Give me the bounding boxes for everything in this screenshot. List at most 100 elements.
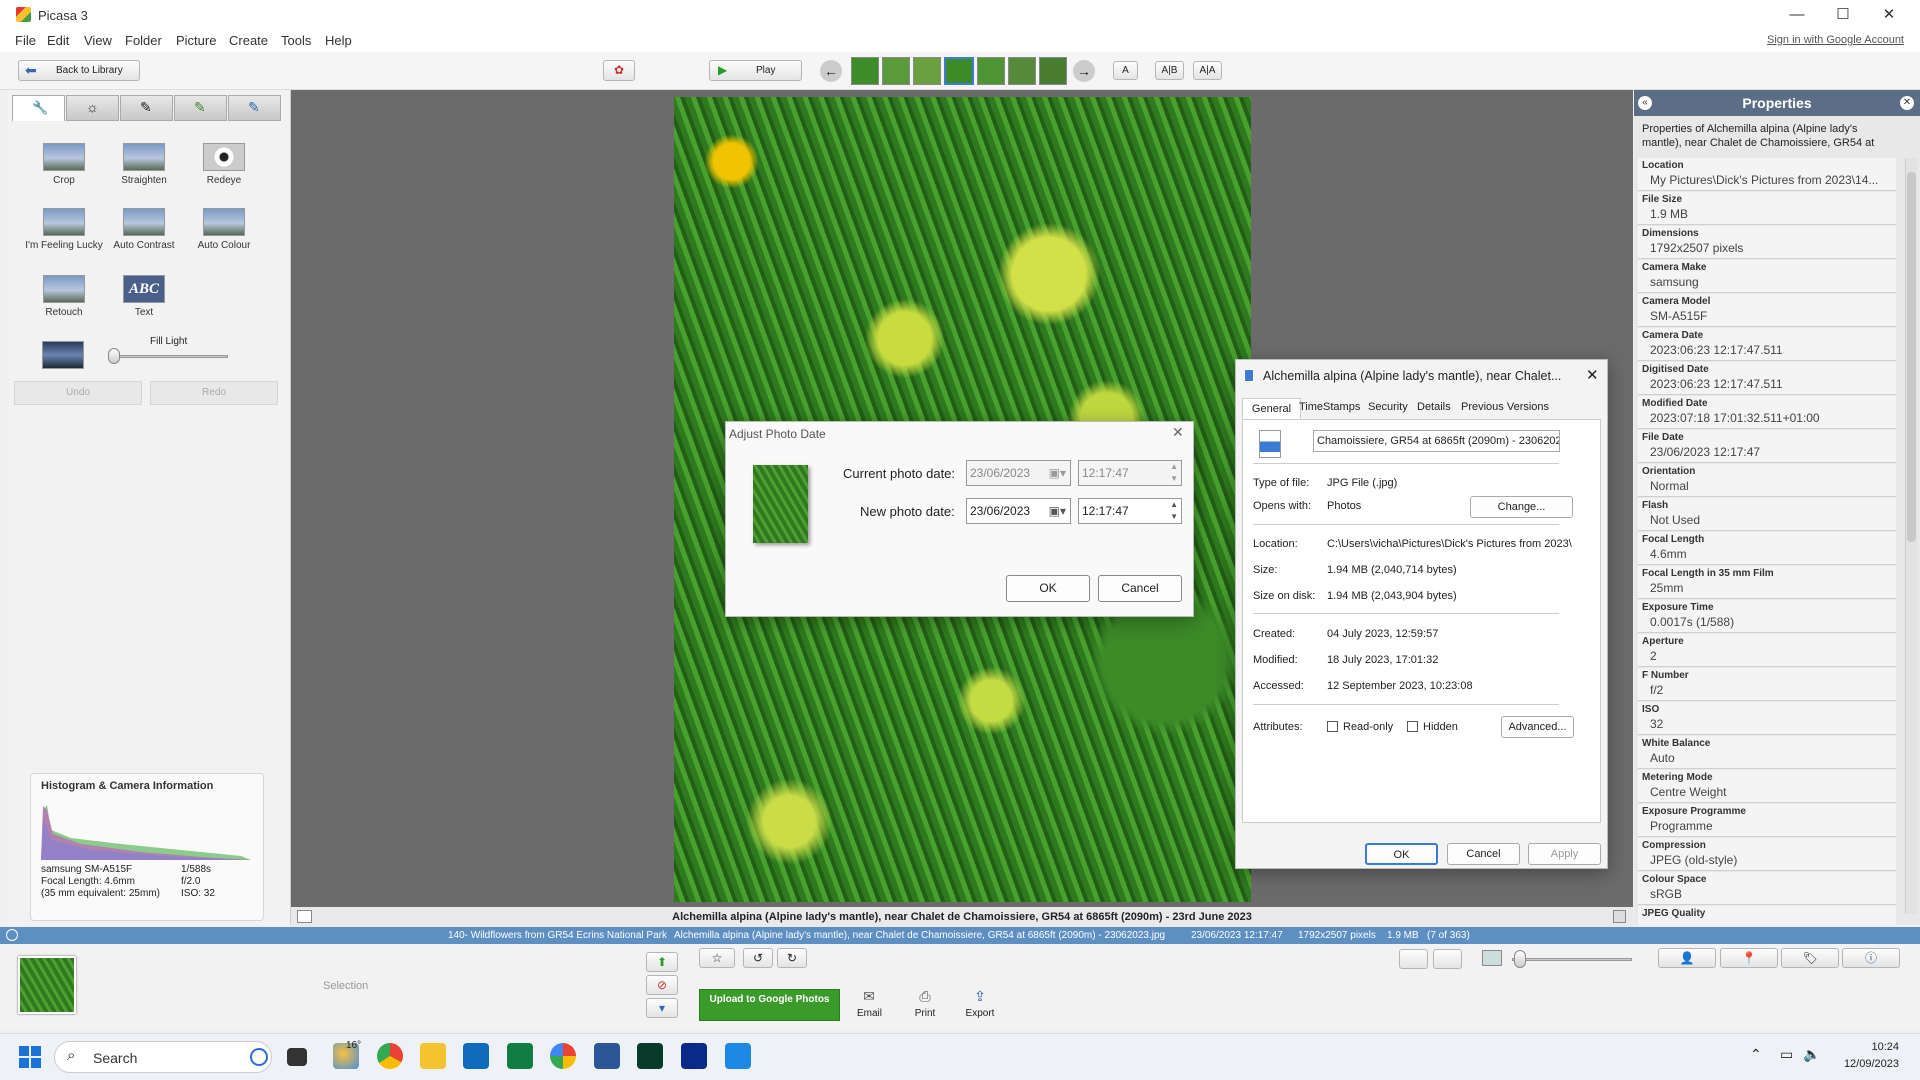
menu-picture[interactable]: Picture: [176, 33, 216, 48]
adjust-cancel-button[interactable]: Cancel: [1098, 575, 1182, 602]
maximize-button[interactable]: ☐: [1820, 2, 1866, 28]
advanced-button[interactable]: Advanced...: [1501, 716, 1574, 738]
windows-start-icon[interactable]: [19, 1046, 41, 1068]
tab-effects[interactable]: ✎: [120, 95, 173, 121]
view-single-button[interactable]: A: [1113, 61, 1138, 80]
hold-icon[interactable]: ⬆: [646, 952, 678, 972]
calendar-dropdown-icon[interactable]: ▣▾: [1049, 499, 1066, 523]
filmstrip-thumb[interactable]: [1039, 57, 1067, 85]
retouch-tool[interactable]: Retouch: [24, 275, 104, 318]
email-label[interactable]: Email: [857, 1008, 882, 1019]
view-side-button[interactable]: A|A: [1193, 61, 1222, 80]
tags-icon[interactable]: 🏷: [1781, 948, 1839, 968]
hidden-label[interactable]: Hidden: [1423, 721, 1458, 733]
properties-scrollbar[interactable]: [1905, 158, 1917, 914]
auto-colour-tool[interactable]: Auto Colour: [184, 208, 264, 251]
people-icon[interactable]: 👤: [1658, 948, 1716, 968]
file-dialog-close-button[interactable]: ✕: [1586, 366, 1599, 384]
tab-basic-fixes[interactable]: 🔧: [12, 95, 65, 121]
filmstrip-thumb[interactable]: [913, 57, 941, 85]
text-tool[interactable]: ABC Text: [104, 275, 184, 318]
file-explorer-icon[interactable]: [420, 1043, 446, 1069]
caption-toggle-icon[interactable]: [297, 910, 312, 923]
play-slideshow-button[interactable]: ▶ Play: [709, 60, 802, 81]
print-icon[interactable]: ⎙: [912, 988, 938, 1005]
detail-view-icon[interactable]: [1433, 949, 1462, 969]
redo-button[interactable]: Redo: [150, 381, 278, 405]
back-to-library-button[interactable]: ⬅ Back to Library: [18, 60, 140, 81]
collage-icon[interactable]: ✿: [603, 60, 635, 81]
tray-chevron-icon[interactable]: ⌃: [1750, 1046, 1762, 1063]
export-icon[interactable]: ⇪: [964, 988, 996, 1005]
excel-icon[interactable]: [507, 1043, 533, 1069]
time-spinner-icon[interactable]: ▲ ▼: [1170, 499, 1178, 523]
file-ok-button[interactable]: OK: [1365, 843, 1438, 865]
chrome-icon[interactable]: [377, 1043, 403, 1069]
properties-scrollbar-thumb[interactable]: [1907, 172, 1916, 542]
email-icon[interactable]: ✉: [857, 988, 881, 1005]
menu-help[interactable]: Help: [325, 33, 352, 48]
print-label[interactable]: Print: [912, 1008, 938, 1019]
menu-tools[interactable]: Tools: [281, 33, 311, 48]
menu-edit[interactable]: Edit: [47, 33, 69, 48]
photo-caption[interactable]: Alchemilla alpina (Alpine lady's mantle)…: [291, 907, 1633, 927]
collapse-icon[interactable]: [6, 929, 18, 941]
outlook-icon[interactable]: [463, 1043, 489, 1069]
tab-tuning[interactable]: ☼: [66, 95, 119, 121]
clock-date[interactable]: 12/09/2023: [1839, 1058, 1899, 1070]
filename-field[interactable]: Chamoissiere, GR54 at 6865ft (2090m) - 2…: [1313, 430, 1560, 452]
tab-effects-3[interactable]: ✎: [228, 95, 281, 121]
properties-close-icon[interactable]: ✕: [1900, 96, 1914, 110]
tab-details[interactable]: Details: [1417, 401, 1451, 413]
star-icon[interactable]: ☆: [699, 948, 735, 968]
network-icon[interactable]: ▭: [1780, 1046, 1793, 1063]
minimize-button[interactable]: —: [1774, 2, 1820, 28]
auto-contrast-tool[interactable]: Auto Contrast: [104, 208, 184, 251]
tray-thumbnail[interactable]: [18, 956, 76, 1014]
menu-folder[interactable]: Folder: [125, 33, 162, 48]
tab-previous-versions[interactable]: Previous Versions: [1461, 401, 1549, 413]
sign-in-link[interactable]: Sign in with Google Account: [1767, 34, 1904, 46]
tab-security[interactable]: Security: [1368, 401, 1408, 413]
fill-light-slider[interactable]: [110, 355, 228, 358]
menu-file[interactable]: File: [15, 33, 36, 48]
menu-view[interactable]: View: [84, 33, 112, 48]
file-apply-button[interactable]: Apply: [1528, 843, 1601, 865]
previous-photo-button[interactable]: ←: [820, 60, 842, 82]
clock-time[interactable]: 10:24: [1839, 1041, 1899, 1053]
crop-tool[interactable]: Crop: [24, 143, 104, 186]
feeling-lucky-tool[interactable]: I'm Feeling Lucky: [24, 208, 104, 251]
tab-general[interactable]: General: [1242, 398, 1301, 420]
task-view-icon[interactable]: [287, 1048, 307, 1066]
new-time-field[interactable]: 12:17:47 ▲ ▼: [1078, 498, 1182, 524]
change-button[interactable]: Change...: [1470, 496, 1573, 518]
word-icon[interactable]: [594, 1043, 620, 1069]
redeye-tool[interactable]: Redeye: [184, 143, 264, 186]
file-cancel-button[interactable]: Cancel: [1447, 843, 1520, 865]
filmstrip-thumb[interactable]: [882, 57, 910, 85]
info-icon[interactable]: ⓘ: [1842, 948, 1900, 968]
tab-effects-2[interactable]: ✎: [174, 95, 227, 121]
rotate-right-icon[interactable]: ↻: [777, 948, 807, 968]
album-icon[interactable]: ▾: [646, 998, 678, 1018]
tab-timestamps[interactable]: TimeStamps: [1299, 401, 1360, 413]
hidden-checkbox[interactable]: [1407, 721, 1418, 732]
clear-icon[interactable]: ⊘: [646, 975, 678, 995]
f-app-icon[interactable]: [681, 1043, 707, 1069]
palm-app-icon[interactable]: [637, 1043, 663, 1069]
view-compare-button[interactable]: A|B: [1155, 61, 1184, 80]
picasa-taskbar-icon[interactable]: [550, 1043, 576, 1069]
filmstrip-thumb[interactable]: [1008, 57, 1036, 85]
smart-app-icon[interactable]: [725, 1043, 751, 1069]
filmstrip-thumb[interactable]: [977, 57, 1005, 85]
upload-google-photos-button[interactable]: Upload to Google Photos: [699, 989, 840, 1021]
menu-create[interactable]: Create: [229, 33, 268, 48]
export-label[interactable]: Export: [964, 1008, 996, 1019]
places-pin-icon[interactable]: 📍: [1720, 948, 1778, 968]
taskbar-search-box[interactable]: ⌕ Search: [54, 1041, 272, 1073]
straighten-tool[interactable]: Straighten: [104, 143, 184, 186]
undo-button[interactable]: Undo: [14, 381, 142, 405]
filmstrip-thumb-selected[interactable]: [944, 57, 974, 85]
rotate-left-icon[interactable]: ↺: [743, 948, 773, 968]
properties-back-icon[interactable]: «: [1638, 96, 1652, 110]
